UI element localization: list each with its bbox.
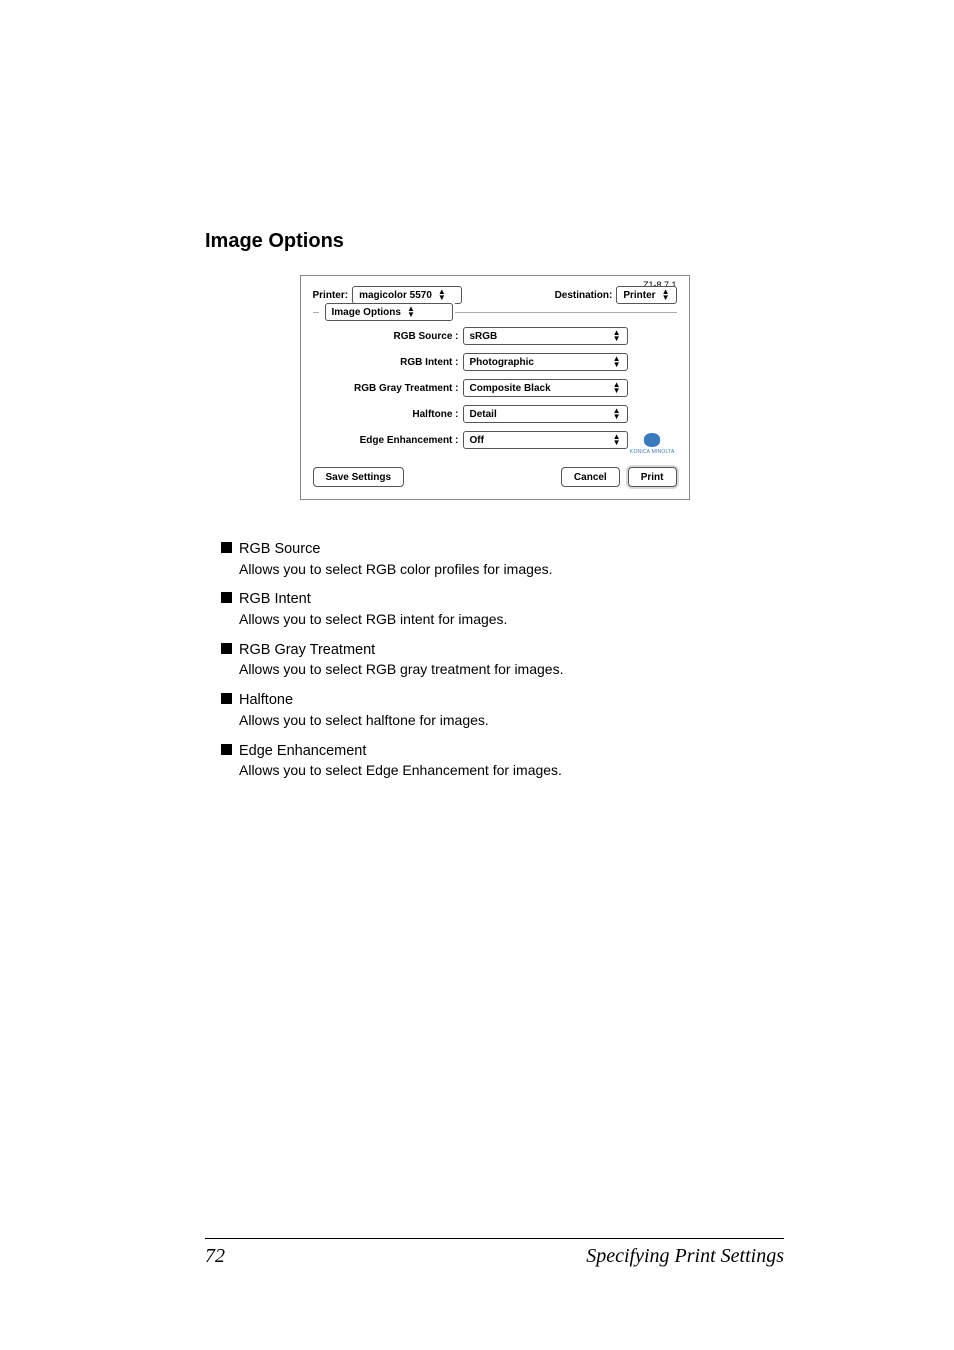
dialog-buttons-row: Save Settings Cancel Print	[313, 467, 677, 487]
square-bullet-icon	[221, 744, 232, 755]
rgb-intent-value: Photographic	[470, 357, 534, 368]
select-arrows-icon: ▲▼	[613, 434, 621, 446]
destination-select-value: Printer	[623, 290, 655, 301]
item-text: Allows you to select RGB gray treatment …	[239, 660, 784, 679]
brand-logo: KONICA MINOLTA	[630, 433, 675, 455]
item-text: Allows you to select halftone for images…	[239, 711, 784, 730]
halftone-select[interactable]: Detail ▲▼	[463, 405, 628, 423]
square-bullet-icon	[221, 643, 232, 654]
list-item: Halftone Allows you to select halftone f…	[221, 691, 784, 729]
page-footer: 72 Specifying Print Settings	[205, 1238, 784, 1268]
rgb-source-value: sRGB	[470, 331, 498, 342]
rgb-gray-select[interactable]: Composite Black ▲▼	[463, 379, 628, 397]
item-text: Allows you to select RGB color profiles …	[239, 560, 784, 579]
square-bullet-icon	[221, 592, 232, 603]
option-row-edge-enh: Edge Enhancement : Off ▲▼	[313, 431, 677, 449]
select-arrows-icon: ▲▼	[613, 408, 621, 420]
item-title: RGB Intent	[239, 590, 784, 610]
item-text: Allows you to select RGB intent for imag…	[239, 610, 784, 629]
list-item: RGB Gray Treatment Allows you to select …	[221, 641, 784, 679]
option-row-rgb-source: RGB Source : sRGB ▲▼	[313, 327, 677, 345]
rgb-source-select[interactable]: sRGB ▲▼	[463, 327, 628, 345]
rgb-intent-select[interactable]: Photographic ▲▼	[463, 353, 628, 371]
printer-select[interactable]: magicolor 5570 ▲▼	[352, 286, 462, 304]
list-item: RGB Source Allows you to select RGB colo…	[221, 540, 784, 578]
item-title: RGB Gray Treatment	[239, 641, 784, 661]
rgb-gray-value: Composite Black	[470, 383, 551, 394]
item-text: Allows you to select Edge Enhancement fo…	[239, 761, 784, 780]
dialog-header-row: Printer: magicolor 5570 ▲▼ Destination: …	[313, 286, 677, 304]
rgb-gray-label: RGB Gray Treatment :	[313, 383, 463, 394]
save-settings-button[interactable]: Save Settings	[313, 467, 405, 487]
option-row-rgb-intent: RGB Intent : Photographic ▲▼	[313, 353, 677, 371]
select-arrows-icon: ▲▼	[613, 330, 621, 342]
rgb-source-label: RGB Source :	[313, 331, 463, 342]
select-arrows-icon: ▲▼	[662, 289, 670, 301]
cancel-button[interactable]: Cancel	[561, 467, 620, 487]
item-title: RGB Source	[239, 540, 784, 560]
item-title: Edge Enhancement	[239, 742, 784, 762]
dialog-container: Z1-8.7.1 Printer: magicolor 5570 ▲▼ Dest…	[205, 275, 784, 500]
footer-running-head: Specifying Print Settings	[586, 1245, 784, 1268]
description-list: RGB Source Allows you to select RGB colo…	[205, 540, 784, 780]
brand-logo-icon	[644, 433, 660, 447]
select-arrows-icon: ▲▼	[438, 289, 446, 301]
print-dialog: Z1-8.7.1 Printer: magicolor 5570 ▲▼ Dest…	[300, 275, 690, 500]
brand-logo-text: KONICA MINOLTA	[630, 449, 675, 455]
item-title: Halftone	[239, 691, 784, 711]
section-title: Image Options	[205, 230, 784, 253]
rgb-intent-label: RGB Intent :	[313, 357, 463, 368]
destination-select[interactable]: Printer ▲▼	[616, 286, 676, 304]
square-bullet-icon	[221, 693, 232, 704]
printer-label: Printer:	[313, 290, 349, 301]
select-arrows-icon: ▲▼	[613, 356, 621, 368]
dialog-section-tab: Image Options ▲▼	[319, 303, 455, 321]
list-item: RGB Intent Allows you to select RGB inte…	[221, 590, 784, 628]
list-item: Edge Enhancement Allows you to select Ed…	[221, 742, 784, 780]
printer-select-value: magicolor 5570	[359, 290, 432, 301]
halftone-value: Detail	[470, 409, 497, 420]
panel-select-value: Image Options	[332, 307, 401, 318]
destination-label: Destination:	[555, 290, 613, 301]
select-arrows-icon: ▲▼	[613, 382, 621, 394]
panel-select[interactable]: Image Options ▲▼	[325, 303, 453, 321]
dialog-section-divider: Image Options ▲▼	[313, 312, 677, 313]
select-arrows-icon: ▲▼	[407, 306, 415, 318]
edge-enh-value: Off	[470, 435, 484, 446]
halftone-label: Halftone :	[313, 409, 463, 420]
option-row-rgb-gray: RGB Gray Treatment : Composite Black ▲▼	[313, 379, 677, 397]
edge-enh-select[interactable]: Off ▲▼	[463, 431, 628, 449]
edge-enh-label: Edge Enhancement :	[313, 435, 463, 446]
page-number: 72	[205, 1245, 225, 1268]
print-button[interactable]: Print	[628, 467, 677, 487]
square-bullet-icon	[221, 542, 232, 553]
option-row-halftone: Halftone : Detail ▲▼	[313, 405, 677, 423]
